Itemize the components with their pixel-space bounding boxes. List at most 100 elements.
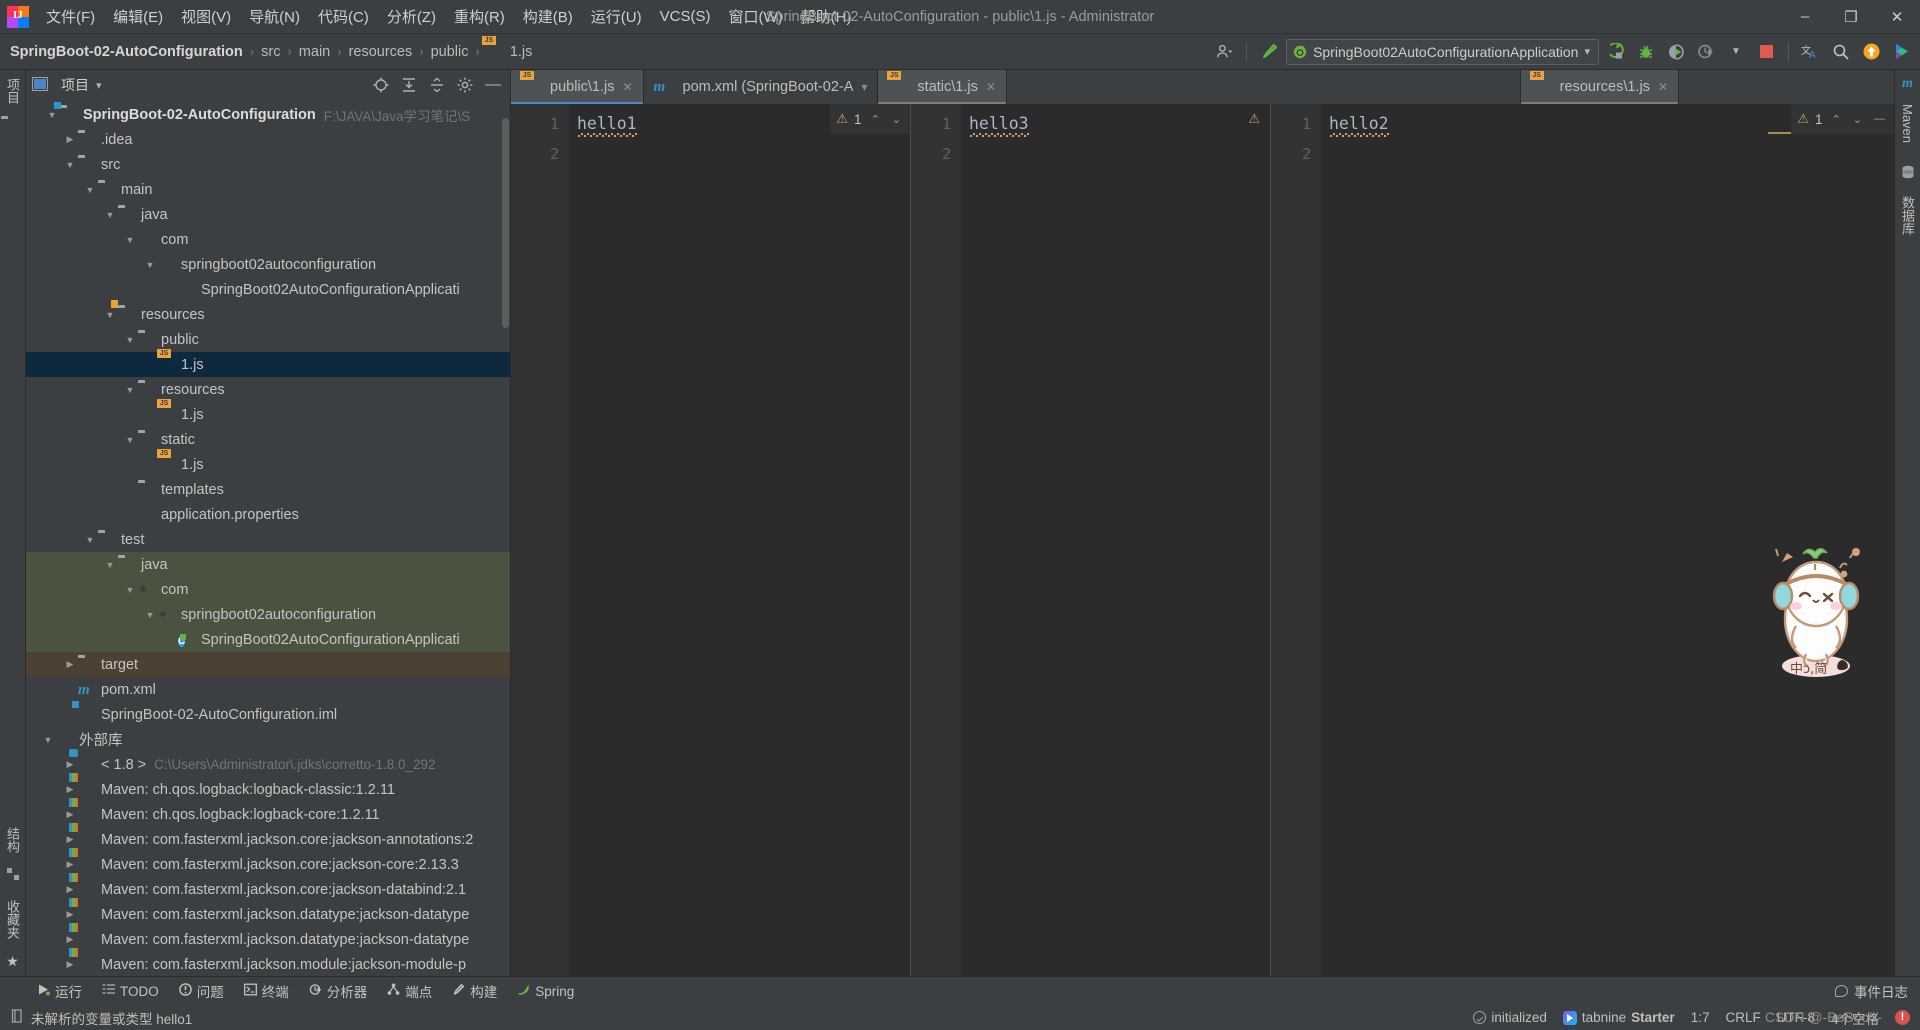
hide-panel-icon[interactable]: —: [482, 74, 504, 96]
tree-row-external-libraries[interactable]: ▼ 外部库: [26, 727, 510, 752]
breadcrumb-main[interactable]: main: [295, 42, 334, 62]
tree-row-static-1js[interactable]: 1.js: [26, 452, 510, 477]
minimize-button[interactable]: –: [1782, 0, 1828, 33]
strip-button-maven[interactable]: Maven: [1900, 100, 1915, 147]
tree-row-maven-lib[interactable]: ▶ Maven: com.fasterxml.jackson.module:ja…: [26, 952, 510, 976]
menu-item-build[interactable]: 构建(B): [514, 2, 582, 31]
breadcrumb-file[interactable]: 1.js: [506, 42, 537, 62]
debug-icon[interactable]: [1633, 39, 1659, 65]
code-content[interactable]: hello1 ⚠ 1 ⌃ ⌄: [569, 104, 910, 976]
chevron-down-icon[interactable]: ▼: [62, 160, 78, 170]
stop-icon[interactable]: [1753, 39, 1779, 65]
tree-row-public-1js[interactable]: 1.js: [26, 352, 510, 377]
tree-row-resources[interactable]: ▼ resources: [26, 302, 510, 327]
previous-problem-icon[interactable]: ⌃: [1829, 113, 1844, 126]
chevron-right-icon[interactable]: ▶: [62, 834, 78, 845]
status-caret-position[interactable]: 1:7: [1691, 1010, 1710, 1025]
tool-window-run[interactable]: 运行: [28, 978, 91, 1004]
collapse-all-icon[interactable]: [426, 74, 448, 96]
tree-row-idea[interactable]: ▶ .idea: [26, 127, 510, 152]
maximize-button[interactable]: ❐: [1828, 0, 1874, 33]
tree-row-src[interactable]: ▼ src: [26, 152, 510, 177]
previous-problem-icon[interactable]: ⌃: [868, 113, 883, 126]
tool-window-build[interactable]: 构建: [443, 978, 506, 1004]
menu-item-window[interactable]: 窗口(W): [719, 2, 791, 31]
tool-window-spring[interactable]: Spring: [508, 980, 583, 1002]
chevron-right-icon[interactable]: ▶: [62, 784, 78, 795]
profiler-icon[interactable]: [1693, 39, 1719, 65]
chevron-down-icon[interactable]: ▼: [102, 310, 118, 320]
tree-row-test-class[interactable]: C SpringBoot02AutoConfigurationApplicati: [26, 627, 510, 652]
translate-icon[interactable]: 文A: [1798, 39, 1824, 65]
chevron-right-icon[interactable]: ▶: [62, 134, 78, 145]
more-actions-icon[interactable]: —: [1871, 113, 1888, 125]
inspection-widget[interactable]: ⚠ 1 ⌃ ⌄ —: [1791, 104, 1894, 134]
chevron-down-icon[interactable]: ▼: [122, 235, 138, 245]
tree-row-public[interactable]: ▼ public: [26, 327, 510, 352]
tree-row-test-package[interactable]: ▼ springboot02autoconfiguration: [26, 602, 510, 627]
run-with-coverage-icon[interactable]: [1663, 39, 1689, 65]
strip-button-structure[interactable]: 结构: [3, 823, 22, 857]
tree-row-templates[interactable]: templates: [26, 477, 510, 502]
tree-row-maven-lib[interactable]: ▶ Maven: com.fasterxml.jackson.core:jack…: [26, 877, 510, 902]
menu-item-file[interactable]: 文件(F): [37, 2, 104, 31]
chevron-down-icon[interactable]: ▼: [122, 585, 138, 595]
chevron-right-icon[interactable]: ▶: [62, 859, 78, 870]
chevron-down-icon[interactable]: ▼: [142, 260, 158, 270]
editor-tab-public-1js[interactable]: public\1.js ✕: [511, 70, 644, 104]
tree-row-resources-sub[interactable]: ▼ resources: [26, 377, 510, 402]
tool-window-todo[interactable]: TODO: [93, 980, 168, 1002]
inspection-widget[interactable]: ⚠ 1 ⌃ ⌄: [830, 104, 910, 134]
menu-item-code[interactable]: 代码(C): [309, 2, 378, 31]
tree-row-static[interactable]: ▼ static: [26, 427, 510, 452]
menu-item-refactor[interactable]: 重构(R): [445, 2, 514, 31]
code-content[interactable]: hello2 ⚠ 1 ⌃ ⌄ — 中ɔ,简: [1321, 104, 1894, 976]
chevron-down-icon[interactable]: ▾: [1584, 45, 1590, 58]
tree-row-main-package[interactable]: ▼ springboot02autoconfiguration: [26, 252, 510, 277]
close-icon[interactable]: ✕: [1658, 80, 1668, 94]
tree-row-maven-lib[interactable]: ▶ Maven: ch.qos.logback:logback-core:1.2…: [26, 802, 510, 827]
editor-tab-static-1js[interactable]: static\1.js ✕: [878, 70, 1007, 104]
close-button[interactable]: ✕: [1874, 0, 1920, 33]
editor-tab-pom-xml[interactable]: m pom.xml (SpringBoot-02-A ▾: [643, 70, 879, 104]
chevron-right-icon[interactable]: ▶: [62, 959, 78, 970]
folder-icon[interactable]: [1, 118, 19, 134]
chevron-down-icon[interactable]: ▼: [44, 110, 60, 120]
chevron-right-icon[interactable]: ▶: [62, 934, 78, 945]
menu-item-help[interactable]: 帮助(H): [792, 2, 861, 31]
tool-window-endpoints[interactable]: 端点: [378, 978, 441, 1004]
close-icon[interactable]: ✕: [986, 80, 996, 94]
next-problem-icon[interactable]: ⌄: [889, 113, 904, 126]
settings-gear-icon[interactable]: [454, 74, 476, 96]
inspection-widget[interactable]: ⚠: [1242, 104, 1270, 134]
locate-icon[interactable]: [370, 74, 392, 96]
build-hammer-icon[interactable]: [1256, 39, 1282, 65]
tree-row-maven-lib[interactable]: ▶ Maven: com.fasterxml.jackson.datatype:…: [26, 927, 510, 952]
breadcrumb-src[interactable]: src: [257, 42, 284, 62]
tree-row-main-com[interactable]: ▼ com: [26, 227, 510, 252]
menu-item-view[interactable]: 视图(V): [172, 2, 240, 31]
chevron-down-icon[interactable]: ▼: [142, 610, 158, 620]
breadcrumb-resources[interactable]: resources: [345, 42, 417, 62]
strip-button-favorites[interactable]: 收藏夹: [3, 896, 22, 943]
chevron-right-icon[interactable]: ▶: [62, 884, 78, 895]
status-initialized[interactable]: initialized: [1473, 1010, 1547, 1025]
update-icon[interactable]: [1858, 39, 1884, 65]
tree-row-test-java[interactable]: ▼ java: [26, 552, 510, 577]
tree-row-maven-lib[interactable]: ▶ Maven: ch.qos.logback:logback-classic:…: [26, 777, 510, 802]
notification-badge[interactable]: !: [1895, 1010, 1910, 1025]
menu-item-run[interactable]: 运行(U): [582, 2, 651, 31]
breadcrumb-project[interactable]: SpringBoot-02-AutoConfiguration: [6, 42, 247, 62]
chevron-down-icon[interactable]: ▼: [1723, 39, 1749, 65]
chevron-right-icon[interactable]: ▶: [62, 759, 78, 770]
strip-button-project[interactable]: 项目: [3, 74, 22, 108]
event-log-button[interactable]: 事件日志: [1835, 981, 1908, 1001]
tool-window-problems[interactable]: 问题: [170, 978, 233, 1004]
run-configuration-selector[interactable]: SpringBoot02AutoConfigurationApplication…: [1286, 38, 1599, 65]
chevron-down-icon[interactable]: ▼: [122, 385, 138, 395]
chevron-down-icon[interactable]: ▼: [82, 185, 98, 195]
chevron-down-icon[interactable]: ▼: [122, 435, 138, 445]
tree-row-maven-lib[interactable]: ▶ Maven: com.fasterxml.jackson.core:jack…: [26, 827, 510, 852]
status-tabnine[interactable]: tabnine Starter: [1562, 1010, 1675, 1025]
next-problem-icon[interactable]: ⌄: [1850, 113, 1865, 126]
